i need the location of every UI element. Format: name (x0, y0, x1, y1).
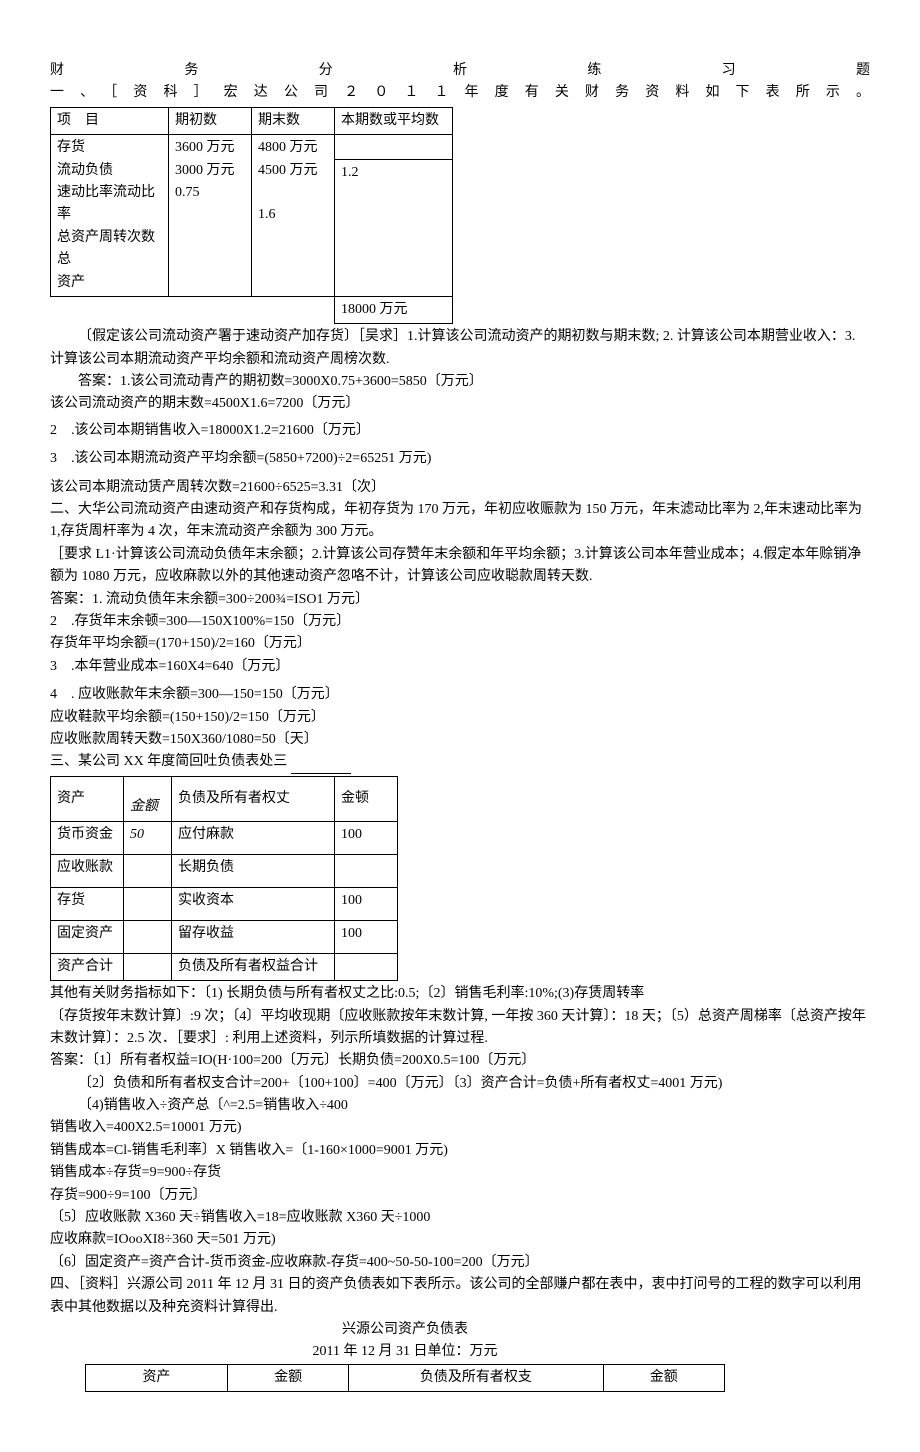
t2-h3: 负债及所有者权丈 (172, 776, 335, 821)
t3-h3: 负债及所有者权支 (349, 1364, 603, 1391)
p28: 〔6〕固定资产=资产合计-货币资金-应收麻款-存货=400~50-50-100=… (50, 1252, 870, 1274)
table-1: 项 目 期初数 期末数 本期数或平均数 存货 流动负债 速动比率流动比率 总资产… (50, 107, 453, 325)
t1-h2: 期初数 (169, 107, 252, 134)
t2-r4c4: 100 (335, 920, 398, 953)
t2-r3c1: 存货 (51, 887, 124, 920)
p26: 〔5〕应收账款 X360 天÷销售收入=18=应收账款 X360 天÷1000 (50, 1207, 870, 1229)
p22: 销售收入=400X2.5=10001 万元) (50, 1117, 870, 1139)
t2-r2c1: 应收账款 (51, 854, 124, 887)
p16a: 三、某公司 XX 年度简回吐负债表处三 (50, 754, 291, 769)
p20: 〔2〕负债和所有者权支合计=200+〔100+100〕=400〔万元〕〔3〕资产… (50, 1073, 870, 1095)
p7: 二、大华公司流动资产由速动资产和存货构成，年初存货为 170 万元，年初应收赈款… (50, 499, 870, 544)
t3-h1: 资产 (86, 1364, 228, 1391)
p27: 应收麻款=IOooXI8÷360 天=501 万元) (50, 1229, 870, 1251)
p21: 〔4)销售收入÷资产总〔^=2.5=销售收入÷400 (50, 1095, 870, 1117)
p18: 〔存货按年末数计算〕:9 次；〔4〕平均收现期〔应收账款按年末数计算, 一年按 … (50, 1006, 870, 1051)
p19: 答案：〔1〕所有者权益=IO(H·100=200〔万元〕长期负债=200X0.5… (50, 1050, 870, 1072)
t2-r5c3: 负债及所有者权益合计 (172, 953, 335, 980)
t1-r4c3: 1.6 (258, 207, 276, 222)
p12: 3 .本年营业成本=160X4=640〔万元〕 (50, 656, 870, 678)
p16: 三、某公司 XX 年度简回吐负债表处三 (50, 751, 870, 773)
p1: 〔假定该公司流动资产署于速动资产加存货〕［吴求］1.计算该公司流动资产的期初数与… (50, 326, 870, 371)
table-2: 资产 金额 负债及所有者权丈 金顿 货币资金 50 应付麻款 100 应收账款 … (50, 776, 398, 981)
t2-r1c3: 应付麻款 (172, 821, 335, 854)
p29: 四、［资料］兴源公司 2011 年 12 月 31 日的资产负债表如下表所示。该… (50, 1274, 870, 1319)
t2-r1c4: 100 (335, 821, 398, 854)
t1-r6c4: 18000 万元 (335, 296, 453, 323)
p13: 4 . 应收账款年末余额=300—150=150〔万元〕 (50, 684, 870, 706)
t2-r1c1: 货币资金 (51, 821, 124, 854)
t2-r4c3: 留存收益 (172, 920, 335, 953)
p9: 答案：1. 流动负债年末余额=300÷200¾=ISO1 万元〕 (50, 589, 870, 611)
blank-underline (291, 773, 351, 774)
t1-r2c1: 流动负债 (57, 163, 113, 178)
p3: 该公司流动资产的期末数=4500X1.6=7200〔万元〕 (50, 393, 870, 415)
t2-h1: 资产 (51, 776, 124, 821)
t1-r5c1: 资产 (57, 275, 85, 290)
t1-r2c3: 4500 万元 (258, 163, 318, 178)
t2-r5c1: 资产合计 (51, 953, 124, 980)
p23: 销售成本=Cl-销售毛利率〕X 销售收入=〔1-160×1000=9001 万元… (50, 1140, 870, 1162)
t2-h4: 金顿 (335, 776, 398, 821)
t1-h4: 本期数或平均数 (335, 107, 453, 134)
t3-h2: 金额 (227, 1364, 348, 1391)
t2-r1c2: 50 (124, 821, 172, 854)
p15: 应收账款周转天数=150X360/1080=50〔天〕 (50, 729, 870, 751)
t1-r3c1: 速动比率流动比率 (57, 185, 155, 222)
p31: 2011 年 12 月 31 日单位：万元 (85, 1341, 725, 1363)
p24: 销售成本÷存货=9=900÷存货 (50, 1162, 870, 1184)
t2-r2c3: 长期负债 (172, 854, 335, 887)
title-1: 财务分析练习题 (50, 60, 870, 82)
t1-r2c2: 3000 万元 (175, 163, 235, 178)
p14: 应收鞋款平均余额=(150+150)/2=150〔万元〕 (50, 707, 870, 729)
p17: 其他有关财务指标如下：〔1) 长期负债与所有者权丈之比:0.5;〔2〕销售毛利率… (50, 983, 870, 1005)
p4: 2 .该公司本期销售收入=18000X1.2=21600〔万元〕 (50, 420, 870, 442)
t1-r1c1: 存货 (57, 140, 85, 155)
t2-r3c4: 100 (335, 887, 398, 920)
t1-r4c1: 总资产周转次数总 (57, 230, 155, 267)
t1-h3: 期末数 (252, 107, 335, 134)
title-2: 一、［资科］宏达公司２０１１年度有关财务资料如下表所示。 (50, 82, 870, 104)
t1-h1: 项 目 (51, 107, 169, 134)
p5: 3 .该公司本期流动资产平均余额=(5850+7200)÷2=65251 万元) (50, 448, 870, 470)
t2-r4c1: 固定资产 (51, 920, 124, 953)
p2: 答案：1.该公司流动青产的期初数=3000X0.75+3600=5850〔万元〕 (50, 371, 870, 393)
table-3: 资产 金额 负债及所有者权支 金额 (85, 1364, 725, 1392)
t1-r5c4: 1.2 (335, 160, 453, 297)
t2-h2: 金额 (124, 776, 172, 821)
t1-r1c3: 4800 万元 (258, 140, 318, 155)
p8: ［要求 L1·计算该公司流动负债年末余额；2.计算该公司存赞年末余额和年平均余额… (50, 544, 870, 589)
p6: 该公司本期流动赁产周转次数=21600÷6525=3.31〔次〕 (50, 477, 870, 499)
t1-r1c2: 3600 万元 (175, 140, 235, 155)
p30: 兴源公司资产负债表 (85, 1319, 725, 1341)
t2-r3c3: 实收资本 (172, 887, 335, 920)
p11: 存货年平均余额=(170+150)/2=160〔万元〕 (50, 633, 870, 655)
t1-r3c2: 0.75 (175, 185, 200, 200)
p10: 2 .存货年末余顿=300—150X100%=150〔万元〕 (50, 611, 870, 633)
p25: 存货=900÷9=100〔万元〕 (50, 1185, 870, 1207)
t3-h4: 金额 (603, 1364, 725, 1391)
